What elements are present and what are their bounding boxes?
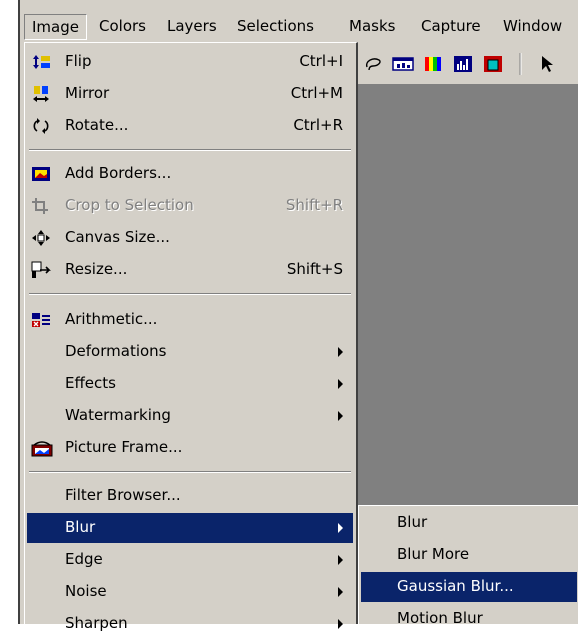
menu-item-label: Mirror (65, 84, 110, 102)
menu-item-label: Add Borders... (65, 164, 172, 182)
menu-item-label: Gaussian Blur... (397, 577, 514, 595)
submenu-arrow-icon (338, 411, 343, 421)
toolbar (350, 42, 578, 84)
menu-item-watermarking[interactable]: Watermarking (27, 401, 353, 431)
menu-item-label: Picture Frame... (65, 438, 183, 456)
shortcut-label: Ctrl+I (299, 52, 343, 70)
menu-capture[interactable]: Capture (414, 14, 488, 38)
menu-item-label: Motion Blur (397, 609, 483, 627)
menu-item-label: Sharpen (65, 614, 128, 632)
resize-icon (31, 261, 51, 279)
flip-icon (31, 53, 51, 71)
menu-item-resize[interactable]: Resize... Shift+S (27, 255, 353, 285)
shortcut-label: Ctrl+R (293, 116, 343, 134)
menu-item-edge[interactable]: Edge (27, 545, 353, 575)
separator-icon (514, 52, 528, 76)
submenu-arrow-icon (338, 347, 343, 357)
menu-item-mirror[interactable]: Mirror Ctrl+M (27, 79, 353, 109)
submenu-arrow-icon (338, 619, 343, 629)
submenu-item-blur-more[interactable]: Blur More (361, 540, 577, 570)
lasso-icon[interactable] (360, 52, 386, 76)
menu-separator (29, 293, 351, 295)
canvas-size-icon (31, 229, 51, 247)
menu-item-label: Resize... (65, 260, 128, 278)
menu-item-label: Deformations (65, 342, 167, 360)
menu-item-crop-to-selection[interactable]: Crop to Selection Shift+R (27, 191, 353, 221)
submenu-arrow-icon (338, 587, 343, 597)
color-palette-icon[interactable] (420, 52, 446, 76)
submenu-item-motion-blur[interactable]: Motion Blur (361, 604, 577, 634)
submenu-item-blur[interactable]: Blur (361, 508, 577, 538)
menu-item-effects[interactable]: Effects (27, 369, 353, 399)
submenu-arrow-icon (338, 379, 343, 389)
menu-item-label: Edge (65, 550, 103, 568)
blur-submenu: Blur Blur More Gaussian Blur... Motion B… (358, 505, 578, 627)
menu-item-label: Crop to Selection (65, 196, 194, 214)
menu-layers[interactable]: Layers (160, 14, 224, 38)
menu-masks[interactable]: Masks (342, 14, 402, 38)
menu-separator (29, 471, 351, 473)
menu-item-label: Rotate... (65, 116, 129, 134)
menu-item-add-borders[interactable]: Add Borders... (27, 159, 353, 189)
menu-window[interactable]: Window (496, 14, 569, 38)
menu-bar: Image Colors Layers Selections Masks Cap… (20, 10, 578, 42)
menu-image[interactable]: Image (24, 14, 87, 40)
menu-item-label: Filter Browser... (65, 486, 181, 504)
menu-item-label: Arithmetic... (65, 310, 158, 328)
menu-item-filter-browser[interactable]: Filter Browser... (27, 481, 353, 511)
menu-item-deformations[interactable]: Deformations (27, 337, 353, 367)
menu-item-picture-frame[interactable]: Picture Frame... (27, 433, 353, 463)
histogram-icon[interactable] (450, 52, 476, 76)
crop-icon (31, 197, 51, 215)
mirror-icon (31, 85, 51, 103)
menu-colors[interactable]: Colors (92, 14, 153, 38)
menu-item-label: Effects (65, 374, 116, 392)
menu-item-label: Flip (65, 52, 92, 70)
menu-item-label: Blur More (397, 545, 470, 563)
menu-selections[interactable]: Selections (230, 14, 321, 38)
submenu-arrow-icon (338, 555, 343, 565)
shortcut-label: Shift+S (286, 260, 343, 278)
image-menu: Flip Ctrl+I Mirror Ctrl+M Rotate... Ctrl… (24, 42, 358, 632)
rotate-icon (31, 117, 51, 135)
menu-item-label: Noise (65, 582, 107, 600)
menu-item-label: Canvas Size... (65, 228, 170, 246)
menu-item-label: Watermarking (65, 406, 171, 424)
histogram-window-icon[interactable] (390, 52, 416, 76)
menu-item-flip[interactable]: Flip Ctrl+I (27, 47, 353, 77)
menu-item-arithmetic[interactable]: Arithmetic... (27, 305, 353, 335)
shortcut-label: Ctrl+M (290, 84, 343, 102)
arrow-pointer-icon[interactable] (534, 52, 560, 76)
add-borders-icon (31, 165, 51, 183)
overview-icon[interactable] (480, 52, 506, 76)
menu-item-noise[interactable]: Noise (27, 577, 353, 607)
menu-item-canvas-size[interactable]: Canvas Size... (27, 223, 353, 253)
menu-item-label: Blur (65, 518, 96, 536)
shortcut-label: Shift+R (285, 196, 343, 214)
menu-item-rotate[interactable]: Rotate... Ctrl+R (27, 111, 353, 141)
menu-item-label: Blur (397, 513, 428, 531)
picture-frame-icon (31, 439, 53, 457)
submenu-arrow-icon (338, 523, 343, 533)
menu-separator (29, 149, 351, 151)
submenu-item-gaussian-blur[interactable]: Gaussian Blur... (361, 572, 577, 602)
menu-item-blur[interactable]: Blur (27, 513, 353, 543)
arithmetic-icon (31, 311, 51, 329)
menu-item-sharpen[interactable]: Sharpen (27, 609, 353, 639)
